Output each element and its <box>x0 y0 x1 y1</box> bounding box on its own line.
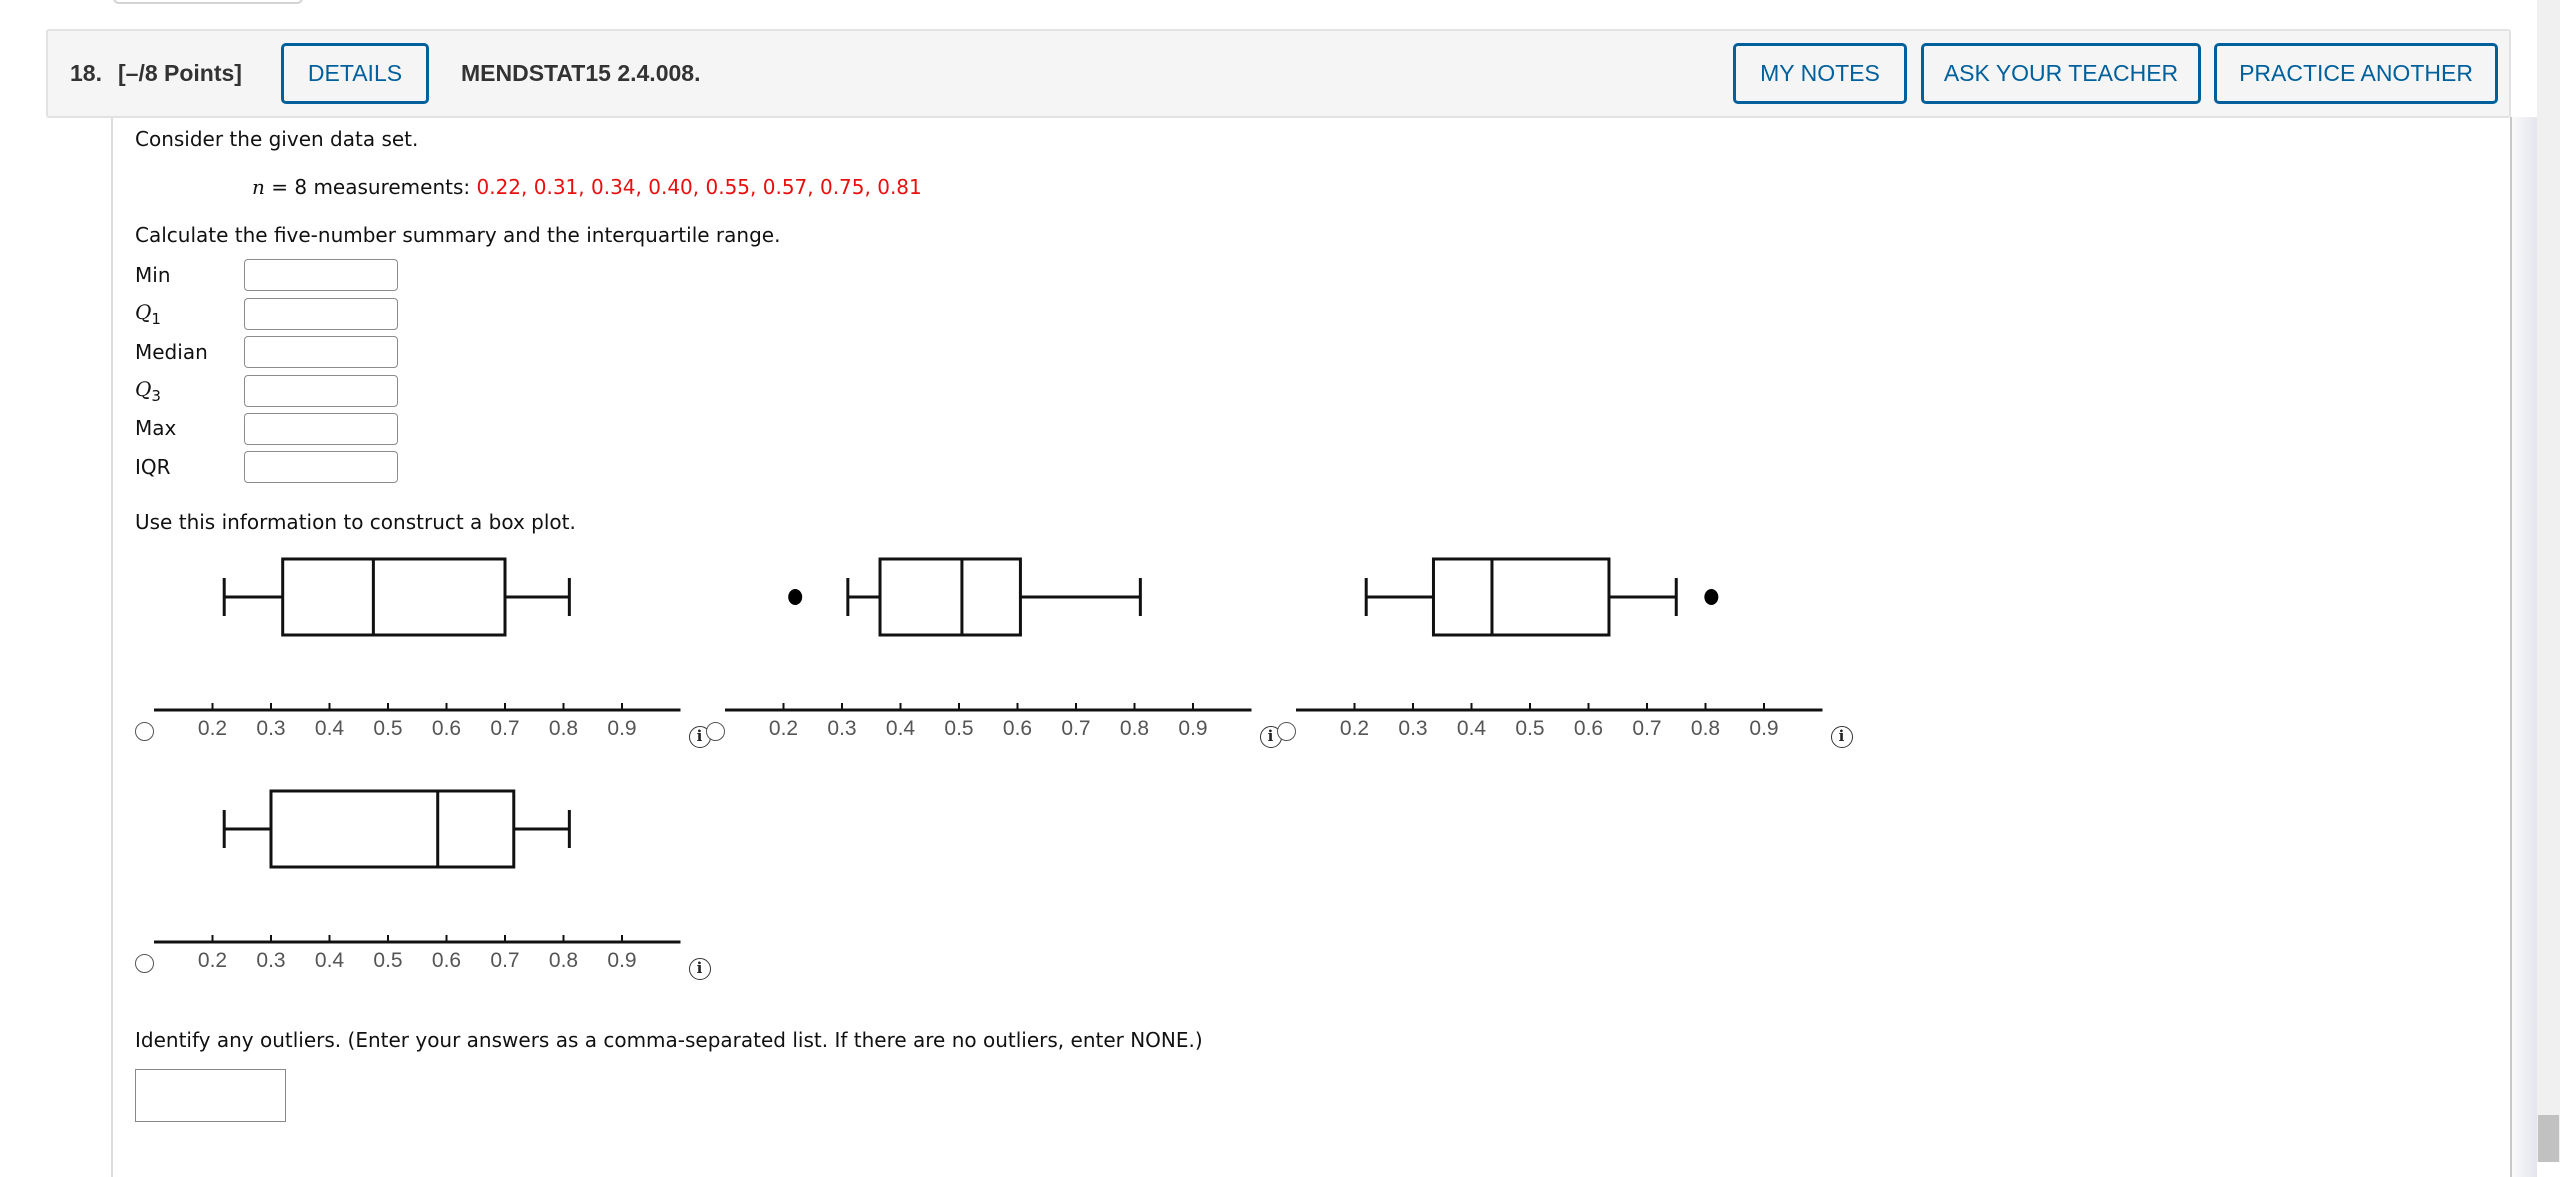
boxplot-svg: 0.2 0.3 0.4 0.5 0.6 0.7 0.8 0.9 <box>154 557 681 740</box>
problem-code: MENDSTAT15 2.4.008. <box>461 60 701 86</box>
measurements-values: 0.22, 0.31, 0.34, 0.40, 0.55, 0.57, 0.75… <box>476 175 922 199</box>
outlier-point <box>788 589 803 605</box>
q1-input[interactable] <box>244 298 398 330</box>
outliers-input[interactable] <box>135 1069 286 1122</box>
outlier-prompt: Identify any outliers. (Enter your answe… <box>135 1028 1203 1052</box>
measurements-line: n = 8 measurements: 0.22, 0.31, 0.34, 0.… <box>252 175 922 199</box>
x-tick-label: 0.7 <box>490 949 519 972</box>
boxplot-option-3: 0.2 0.3 0.4 0.5 0.6 0.7 0.8 0.9 i <box>1277 540 1857 780</box>
x-tick-label: 0.5 <box>1515 717 1544 740</box>
intro-text: Consider the given data set. <box>135 127 419 151</box>
details-button[interactable]: DETAILS <box>281 43 429 104</box>
median-label: Median <box>135 340 208 364</box>
ask-your-teacher-button[interactable]: ASK YOUR TEACHER <box>1921 43 2201 104</box>
question-header: 18. [–/8 Points] DETAILS MENDSTAT15 2.4.… <box>46 29 2511 118</box>
iqr-box <box>281 557 507 637</box>
x-tick-label: 0.5 <box>373 949 402 972</box>
practice-another-button[interactable]: PRACTICE ANOTHER <box>2214 43 2498 104</box>
iqr-box <box>1431 557 1611 637</box>
x-tick-label: 0.2 <box>198 717 227 740</box>
x-tick-label: 0.7 <box>490 717 519 740</box>
question-number: 18. <box>70 60 102 86</box>
x-tick-label: 0.5 <box>944 717 973 740</box>
median-input[interactable] <box>244 336 398 368</box>
x-tick-label: 0.8 <box>1120 717 1149 740</box>
x-tick-label: 0.6 <box>1574 717 1603 740</box>
question-points: [–/8 Points] <box>118 60 242 86</box>
measurements-label: = 8 measurements: <box>264 175 477 199</box>
iqr-input[interactable] <box>244 451 398 483</box>
boxplot-option-2: 0.2 0.3 0.4 0.5 0.6 0.7 0.8 0.9 i <box>706 540 1286 780</box>
x-tick-label: 0.5 <box>373 717 402 740</box>
x-tick-label: 0.9 <box>1749 717 1778 740</box>
x-tick-label: 0.9 <box>607 717 636 740</box>
boxplot-instruction: Use this information to construct a box … <box>135 510 576 534</box>
min-input[interactable] <box>244 259 398 291</box>
x-tick-label: 0.2 <box>1340 717 1369 740</box>
x-tick-label: 0.8 <box>549 717 578 740</box>
x-tick-label: 0.3 <box>256 717 285 740</box>
q1-label: Q1 <box>135 300 161 331</box>
boxplot-option-1: 0.2 0.3 0.4 0.5 0.6 0.7 0.8 0.9 i <box>135 540 715 780</box>
boxplot-svg: 0.2 0.3 0.4 0.5 0.6 0.7 0.8 0.9 <box>725 557 1252 740</box>
iqr-label: IQR <box>135 455 171 479</box>
x-tick-label: 0.6 <box>432 949 461 972</box>
q3-input[interactable] <box>244 375 398 407</box>
x-tick-label: 0.4 <box>315 717 345 740</box>
max-input[interactable] <box>244 413 398 445</box>
boxplot-option-4: 0.2 0.3 0.4 0.5 0.6 0.7 0.8 0.9 i <box>135 772 715 1012</box>
x-tick-label: 0.3 <box>256 949 285 972</box>
q3-subscript: 3 <box>151 387 161 405</box>
max-label: Max <box>135 416 177 440</box>
my-notes-button[interactable]: MY NOTES <box>1733 43 1907 104</box>
scrollbar[interactable] <box>2537 0 2560 1162</box>
x-tick-label: 0.4 <box>886 717 916 740</box>
x-tick-label: 0.8 <box>1691 717 1720 740</box>
scrollbar-thumb[interactable] <box>2538 1115 2559 1162</box>
q1-letter: Q <box>135 300 152 324</box>
x-tick-label: 0.2 <box>198 949 227 972</box>
x-tick-label: 0.8 <box>549 949 578 972</box>
iqr-box <box>269 789 516 869</box>
x-tick-label: 0.6 <box>1003 717 1032 740</box>
x-tick-label: 0.7 <box>1632 717 1661 740</box>
x-tick-label: 0.4 <box>1457 717 1487 740</box>
info-icon[interactable]: i <box>688 958 711 980</box>
q3-label: Q3 <box>135 377 161 408</box>
min-label: Min <box>135 263 171 287</box>
previous-question-stub <box>113 0 303 4</box>
info-icon[interactable]: i <box>1830 726 1853 748</box>
page-gutter <box>2512 117 2537 1177</box>
x-tick-label: 0.2 <box>769 717 798 740</box>
q1-subscript: 1 <box>151 310 161 328</box>
outlier-point <box>1704 589 1719 605</box>
x-tick-label: 0.3 <box>1398 717 1427 740</box>
instruction-text: Calculate the five-number summary and th… <box>135 223 781 247</box>
x-tick-label: 0.9 <box>607 949 636 972</box>
iqr-box <box>878 557 1022 637</box>
x-tick-label: 0.4 <box>315 949 345 972</box>
q3-letter: Q <box>135 377 152 401</box>
boxplot-svg: 0.2 0.3 0.4 0.5 0.6 0.7 0.8 0.9 <box>1296 557 1823 740</box>
x-tick-label: 0.7 <box>1061 717 1090 740</box>
x-tick-label: 0.3 <box>827 717 856 740</box>
boxplot-svg: 0.2 0.3 0.4 0.5 0.6 0.7 0.8 0.9 <box>154 789 681 972</box>
x-tick-label: 0.9 <box>1178 717 1207 740</box>
n-variable: n <box>252 175 265 199</box>
x-tick-label: 0.6 <box>432 717 461 740</box>
